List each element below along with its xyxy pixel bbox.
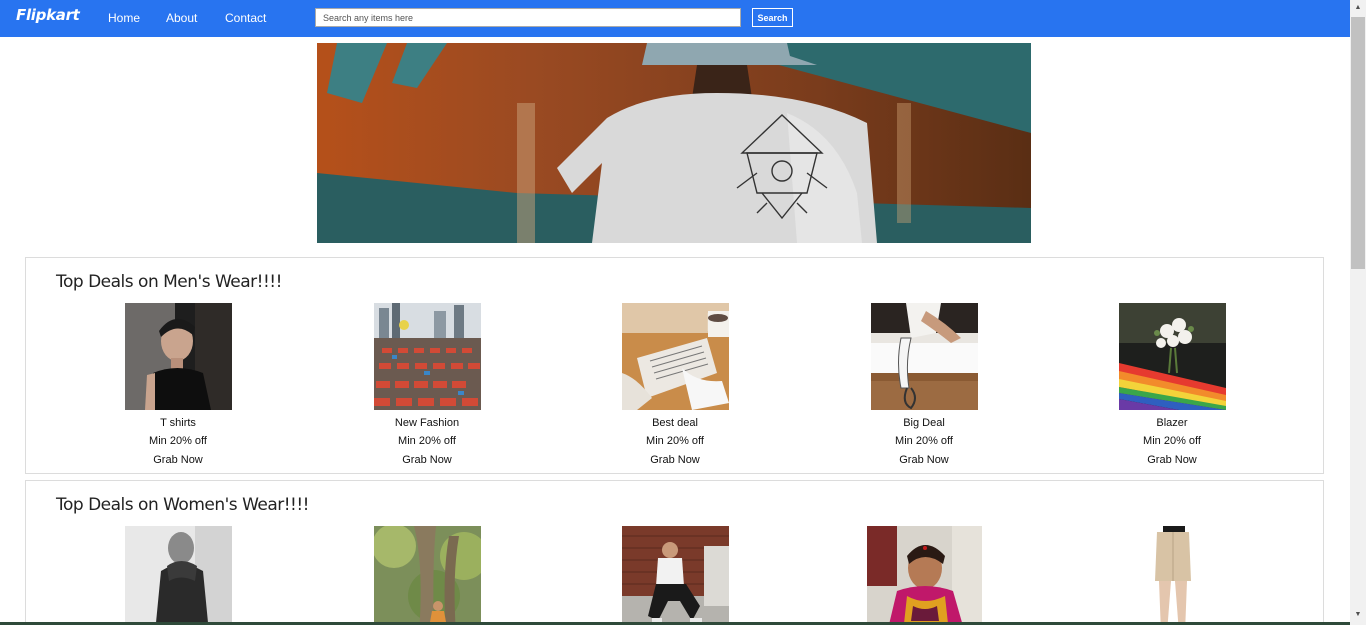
product-image[interactable] [373,526,481,625]
search-button[interactable]: Search [752,8,793,27]
hero-banner-image[interactable] [317,43,1031,243]
mens-section-title: Top Deals on Men's Wear!!!! [56,272,282,292]
grab-now-link[interactable]: Grab Now [824,454,1024,466]
scroll-down-arrow-icon[interactable]: ▼ [1350,607,1366,623]
product-name: New Fashion [394,417,460,429]
product-card[interactable] [78,526,278,625]
product-offer: Min 20% off [398,435,456,447]
search-input[interactable] [315,8,741,27]
vertical-scrollbar[interactable]: ▲ ▼ [1350,0,1366,625]
product-card-blazer[interactable]: Blazer Min 20% off Grab Now [1072,303,1272,466]
product-image[interactable] [124,526,232,625]
nav-link-contact[interactable]: Contact [225,11,266,25]
nav-link-about[interactable]: About [166,11,197,25]
product-card-new-fashion[interactable]: New Fashion Min 20% off Grab Now [327,303,527,466]
grab-now-link[interactable]: Grab Now [1072,454,1272,466]
product-name: Big Deal [903,417,945,429]
product-card[interactable] [327,526,527,625]
product-name: Best deal [652,417,698,429]
product-image-blazer[interactable] [1118,303,1226,410]
product-name: Blazer [1156,417,1188,429]
product-name: T shirts [160,417,196,429]
brand-logo[interactable]: Flipkart [16,6,80,24]
grab-now-link[interactable]: Grab Now [78,454,278,466]
product-offer: Min 20% off [895,435,953,447]
product-offer: Min 20% off [1143,435,1201,447]
grab-now-link[interactable]: Grab Now [575,454,775,466]
product-card[interactable] [575,526,775,625]
scroll-up-arrow-icon[interactable]: ▲ [1350,0,1366,16]
product-card-tshirts[interactable]: T shirts Min 20% off Grab Now [78,303,278,466]
grab-now-link[interactable]: Grab Now [327,454,527,466]
product-card-best-deal[interactable]: Best deal Min 20% off Grab Now [575,303,775,466]
product-offer: Min 20% off [646,435,704,447]
womens-deals-section: Top Deals on Women's Wear!!!! [25,480,1324,625]
product-card[interactable] [1072,526,1272,625]
product-image[interactable] [866,526,982,625]
product-card-big-deal[interactable]: Big Deal Min 20% off Grab Now [824,303,1024,466]
womens-section-title: Top Deals on Women's Wear!!!! [56,495,310,515]
product-image[interactable] [1118,526,1226,625]
product-card[interactable] [824,526,1024,625]
navbar: Flipkart Home About Contact Search [0,0,1350,37]
product-image[interactable] [621,526,729,625]
product-offer: Min 20% off [149,435,207,447]
product-image-new-fashion[interactable] [373,303,481,410]
product-image-tshirts[interactable] [124,303,232,410]
product-image-big-deal[interactable] [870,303,978,410]
product-image-best-deal[interactable] [621,303,729,410]
mens-deals-section: Top Deals on Men's Wear!!!! T shirts Min… [25,257,1324,474]
nav-link-home[interactable]: Home [108,11,140,25]
scrollbar-thumb[interactable] [1351,17,1365,269]
